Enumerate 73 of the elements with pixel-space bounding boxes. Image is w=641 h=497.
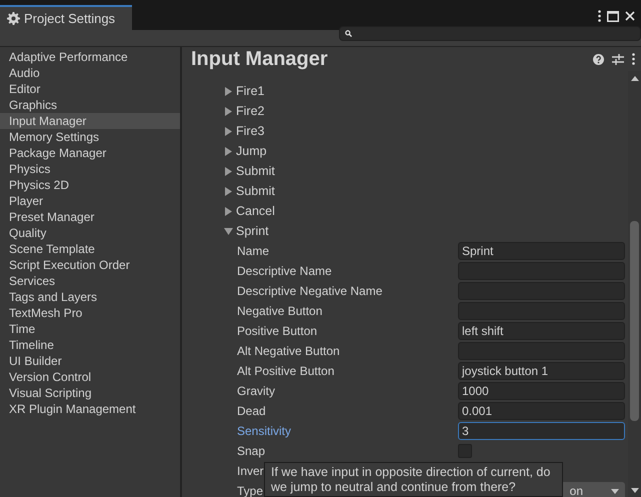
field-label: Gravity — [237, 384, 276, 398]
close-icon[interactable] — [625, 11, 635, 21]
maximize-icon[interactable] — [607, 10, 619, 22]
collapsed-arrow-icon[interactable] — [224, 86, 233, 96]
sidebar-item[interactable]: Package Manager — [0, 145, 180, 161]
field-label: Positive Button — [237, 324, 318, 338]
sidebar-item[interactable]: Time — [0, 321, 180, 337]
sidebar-item[interactable]: Audio — [0, 65, 180, 81]
field-label: Alt Negative Button — [237, 344, 340, 358]
collapsed-arrow-icon[interactable] — [224, 206, 233, 216]
axis-label[interactable]: Submit — [236, 164, 275, 178]
sidebar-item[interactable]: Graphics — [0, 97, 180, 113]
expanded-arrow-icon[interactable] — [224, 226, 233, 236]
sidebar-item[interactable]: Scene Template — [0, 241, 180, 257]
field-label: Alt Positive Button — [237, 364, 334, 378]
sliders-icon[interactable] — [612, 54, 624, 64]
sidebar-item[interactable]: Editor — [0, 81, 180, 97]
sidebar-item[interactable]: Player — [0, 193, 180, 209]
text-field[interactable]: 1000 — [458, 382, 625, 400]
window-tab[interactable]: Project Settings — [0, 5, 132, 30]
axis-label[interactable]: Fire1 — [236, 84, 264, 98]
collapsed-arrow-icon[interactable] — [224, 166, 233, 176]
collapsed-arrow-icon[interactable] — [224, 186, 233, 196]
sidebar-item[interactable]: UI Builder — [0, 353, 180, 369]
axis-label[interactable]: Cancel — [236, 204, 275, 218]
sidebar-item[interactable]: Quality — [0, 225, 180, 241]
field-label: Descriptive Name — [237, 264, 332, 278]
sidebar-item[interactable]: Preset Manager — [0, 209, 180, 225]
field-label: Name — [237, 244, 270, 258]
scroll-down-icon[interactable] — [630, 488, 638, 493]
sidebar-item[interactable]: Memory Settings — [0, 129, 180, 145]
tooltip: If we have input in opposite direction of current, do we jump to neutral and continue from there? — [264, 462, 563, 497]
axis-label[interactable]: Sprint — [236, 224, 269, 238]
scroll-up-icon[interactable] — [630, 76, 638, 81]
sidebar-item[interactable]: Physics — [0, 161, 180, 177]
sidebar-item[interactable]: Visual Scripting — [0, 385, 180, 401]
more-icon[interactable] — [632, 53, 635, 65]
field-label: Snap — [237, 444, 266, 458]
sidebar-item[interactable]: Input Manager — [0, 113, 180, 129]
field-label: Negative Button — [237, 304, 322, 318]
caret-icon — [611, 488, 619, 494]
search-field[interactable] — [339, 26, 641, 41]
sidebar-item[interactable]: Services — [0, 273, 180, 289]
sidebar-item[interactable]: Version Control — [0, 369, 180, 385]
more-icon[interactable] — [598, 10, 601, 22]
sidebar-item[interactable]: XR Plugin Management — [0, 401, 180, 417]
field-label: Descriptive Negative Name — [237, 284, 382, 298]
sidebar-item[interactable]: Tags and Layers — [0, 289, 180, 305]
field-label: Dead — [237, 404, 266, 418]
search-icon — [345, 30, 352, 37]
collapsed-arrow-icon[interactable] — [224, 106, 233, 116]
text-field[interactable]: left shift — [458, 322, 625, 340]
sidebar-item[interactable]: Adaptive Performance — [0, 49, 180, 65]
sidebar-item[interactable]: TextMesh Pro — [0, 305, 180, 321]
axis-label[interactable]: Fire2 — [236, 104, 264, 118]
page-title: Input Manager — [191, 48, 328, 70]
field-label: Inver — [237, 464, 264, 478]
sidebar-item[interactable]: Timeline — [0, 337, 180, 353]
text-field[interactable]: 0.001 — [458, 402, 625, 420]
field-label: Sensitivity — [237, 424, 292, 438]
text-field[interactable]: Sprint — [458, 242, 625, 260]
window-title: Project Settings — [24, 11, 116, 26]
axis-label[interactable]: Submit — [236, 184, 275, 198]
sidebar-item[interactable]: Script Execution Order — [0, 257, 180, 273]
sidebar-item[interactable]: Physics 2D — [0, 177, 180, 193]
collapsed-arrow-icon[interactable] — [224, 146, 233, 156]
axis-label[interactable]: Jump — [236, 144, 267, 158]
settings-icon — [7, 12, 20, 25]
help-icon[interactable] — [593, 54, 604, 64]
text-field[interactable]: joystick button 1 — [458, 362, 625, 380]
axis-label[interactable]: Fire3 — [236, 124, 264, 138]
text-field[interactable]: 3 — [458, 422, 625, 440]
collapsed-arrow-icon[interactable] — [224, 126, 233, 136]
